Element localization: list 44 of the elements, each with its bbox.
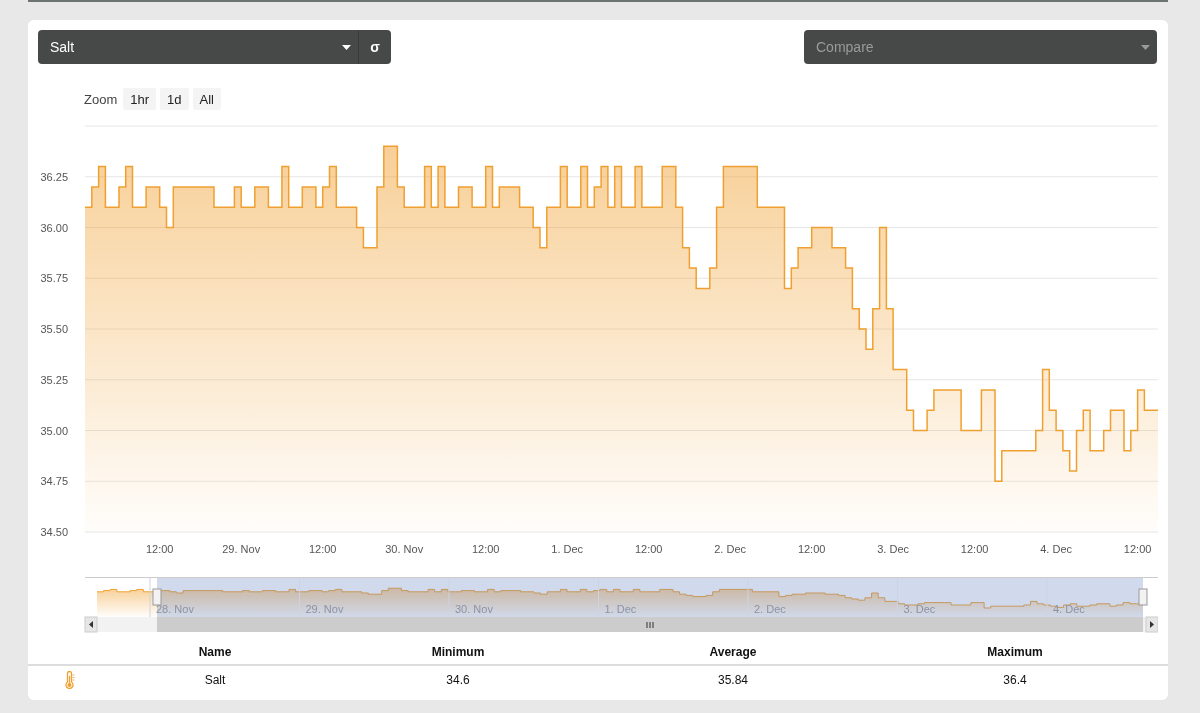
y-axis-label: 34.75 [40,475,68,488]
x-axis-label: 2. Dec [714,543,747,555]
x-axis-label: 12:00 [308,543,337,555]
y-axis-label: 36.25 [40,170,68,183]
sigma-button[interactable]: σ [358,30,391,64]
x-axis-label: 12:00 [1123,543,1152,555]
column-header: Maximum [987,645,1043,659]
x-axis-label: 29. Nov [222,543,261,555]
x-axis-label: 12:00 [145,543,174,555]
column-header: Minimum [431,645,485,659]
thermometer-icon [65,671,75,689]
navigator-date-label: 2. Dec [754,603,786,615]
y-axis-label: 35.50 [40,323,68,335]
navigator-date-label: 28. Nov [156,603,194,615]
zoom-button[interactable]: 1hr [123,88,157,110]
x-axis-label: 3. Dec [877,543,910,555]
table-cell: 34.6 [446,673,470,687]
zoom-button[interactable]: All [192,88,221,110]
x-axis-label: 1. Dec [551,543,584,555]
x-axis-label: 4. Dec [1040,543,1073,555]
zoom-label: Zoom [84,91,118,107]
table-cell: Salt [204,673,226,687]
navigator-date-label: 29. Nov [305,603,344,615]
y-axis-label: 34.50 [40,526,68,538]
navigator-date-label: 30. Nov [455,603,493,615]
y-axis-label: 36.00 [40,221,68,234]
column-header: Name [198,645,232,659]
navigator-date-label: 3. Dec [903,603,936,615]
x-axis-label: 12:00 [471,543,500,555]
caret-icon [1141,44,1150,50]
x-axis-label: 12:00 [797,543,826,555]
caret-icon [342,44,351,50]
table-cell: 36.4 [1003,673,1027,687]
y-axis-label: 35.25 [40,373,68,386]
x-axis-label: 12:00 [634,543,663,555]
sensor-dropdown[interactable]: Salt [38,30,358,64]
y-axis-label: 35.75 [40,272,68,285]
x-axis-label: 12:00 [960,543,989,555]
x-axis-label: 30. Nov [385,543,424,555]
column-header: Average [709,645,757,659]
y-axis-label: 35.00 [40,424,68,437]
navigator-date-label: 1. Dec [604,603,637,615]
table-cell: 35.84 [718,673,748,687]
zoom-button[interactable]: 1d [160,88,189,110]
